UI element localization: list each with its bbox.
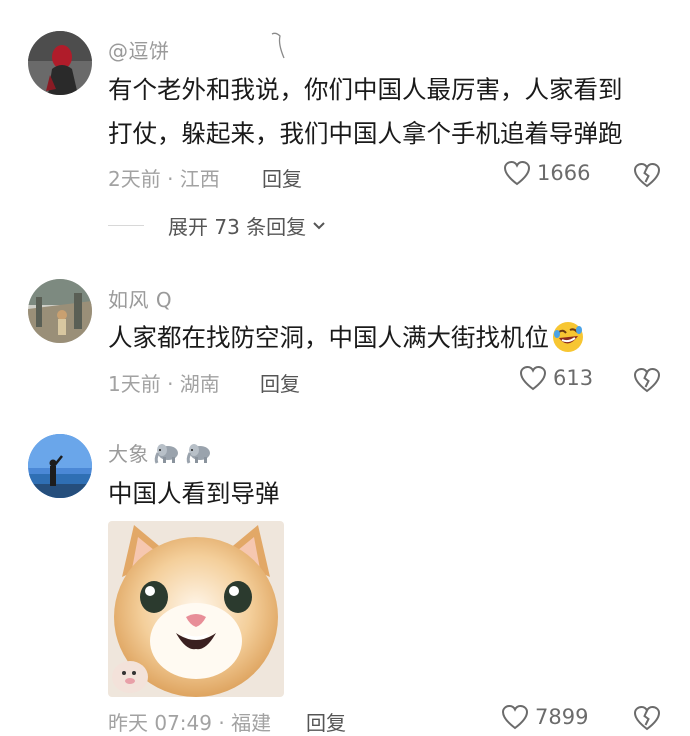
- username-text: 大象: [108, 442, 149, 466]
- comment-text-line: 人家都在找防空洞，中国人满大街找机位: [108, 323, 549, 352]
- avatar[interactable]: [28, 279, 92, 343]
- cat-sticker-image[interactable]: [108, 521, 284, 697]
- heart-outline-icon: [519, 365, 547, 391]
- reply-button[interactable]: 回复: [306, 707, 346, 736]
- username[interactable]: @逗饼: [108, 35, 170, 64]
- comment-text-line: 有个老外和我说，你们中国人最厉害，人家看到: [108, 75, 623, 104]
- broken-heart-icon[interactable]: [633, 704, 661, 732]
- rofl-emoji: [553, 322, 583, 352]
- broken-heart-icon[interactable]: [633, 161, 661, 189]
- like-count: 1666: [537, 161, 591, 185]
- broken-heart-icon[interactable]: [633, 366, 661, 394]
- like-button[interactable]: 613: [519, 365, 593, 391]
- username[interactable]: 如风 Q: [108, 284, 172, 313]
- expand-label: 展开 73 条回复: [168, 215, 307, 239]
- reply-button[interactable]: 回复: [262, 163, 302, 192]
- like-count: 7899: [535, 705, 589, 729]
- like-button[interactable]: 1666: [503, 160, 590, 186]
- time-location: 昨天 07:49 · 福建: [108, 711, 272, 735]
- cursor-mark-icon: [271, 32, 285, 59]
- elephant-emoji: [186, 443, 210, 464]
- avatar[interactable]: [28, 31, 92, 95]
- expand-replies-button[interactable]: 展开 73 条回复: [108, 211, 326, 240]
- comment-text-line: 打仗，躲起来，我们中国人拿个手机追着导弹跑: [108, 119, 623, 148]
- comment-text: 人家都在找防空洞，中国人满大街找机位: [108, 316, 585, 359]
- comment-text-line: 中国人看到导弹: [108, 479, 280, 508]
- avatar[interactable]: [28, 434, 92, 498]
- heart-outline-icon: [503, 160, 531, 186]
- time-location: 2天前 · 江西: [108, 167, 220, 191]
- reply-button[interactable]: 回复: [260, 368, 300, 397]
- like-button[interactable]: 7899: [501, 704, 588, 730]
- like-count: 613: [553, 366, 594, 390]
- divider: [108, 225, 144, 226]
- elephant-emoji: [154, 443, 178, 464]
- time-location: 1天前 · 湖南: [108, 372, 220, 396]
- username[interactable]: 大象: [108, 438, 213, 467]
- chevron-down-icon: [313, 221, 325, 229]
- heart-outline-icon: [501, 704, 529, 730]
